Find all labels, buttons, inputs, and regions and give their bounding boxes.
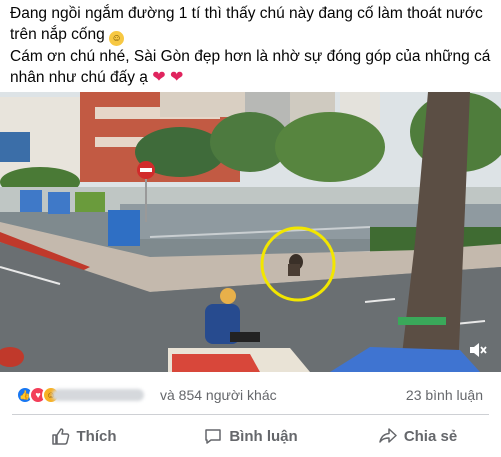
comment-button[interactable]: Bình luận (167, 418, 334, 454)
caption-line-1: Đang ngồi ngắm đường 1 tí thì thấy chú n… (10, 5, 483, 46)
reactor-name-blurred (52, 389, 144, 401)
thumbs-up-icon (51, 428, 69, 445)
like-button[interactable]: Thích (0, 418, 167, 454)
reactors-count-link[interactable]: và 854 người khác (160, 387, 277, 403)
comment-bubble-icon (205, 429, 222, 444)
share-label: Chia sẻ (403, 427, 458, 445)
post-video[interactable] (0, 92, 501, 372)
comment-label: Bình luận (229, 427, 298, 445)
facebook-post: Đang ngồi ngắm đường 1 tí thì thấy chú n… (0, 0, 501, 457)
smile-emoji-icon: ☺ (109, 31, 125, 46)
red-heart-emoji-icon: ❤ (169, 69, 184, 86)
comment-count-link[interactable]: 23 bình luận (406, 387, 483, 403)
post-caption: Đang ngồi ngắm đường 1 tí thì thấy chú n… (10, 3, 495, 88)
post-actions-bar: Thích Bình luận Chia sẻ (0, 418, 501, 454)
volume-mute-button[interactable] (467, 340, 489, 362)
street-scene-image (0, 92, 501, 372)
share-button[interactable]: Chia sẻ (334, 418, 501, 454)
like-label: Thích (76, 427, 117, 445)
divider (12, 414, 489, 415)
share-arrow-icon (379, 428, 397, 443)
speaker-muted-icon (470, 343, 487, 357)
caption-line-2: Cám ơn chú nhé, Sài Gòn đẹp hơn là nhờ s… (10, 48, 491, 86)
red-heart-emoji-icon: ❤ (152, 69, 166, 86)
reactions-summary: 👍 ♥ ☺ và 854 người khác 23 bình luận (0, 380, 501, 410)
